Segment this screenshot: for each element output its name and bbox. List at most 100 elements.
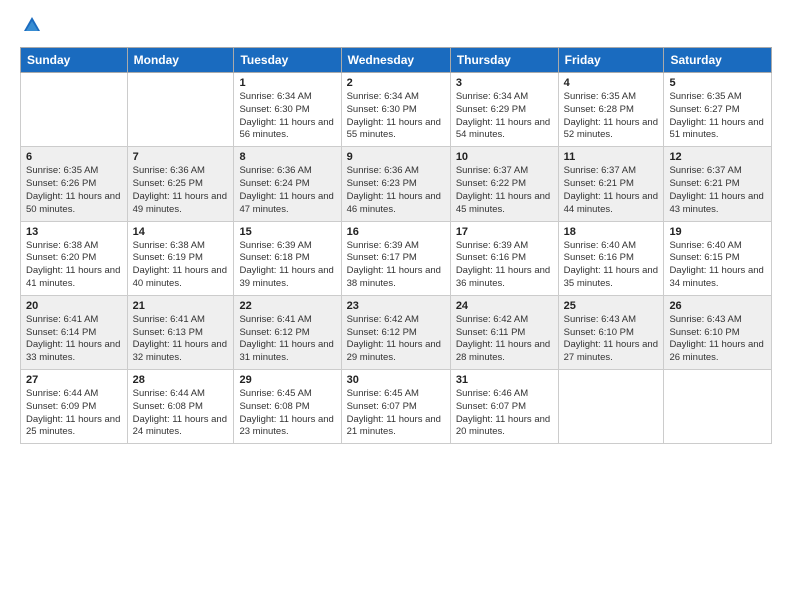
calendar-cell bbox=[127, 73, 234, 147]
day-info: Sunrise: 6:41 AMSunset: 6:12 PMDaylight:… bbox=[239, 314, 335, 365]
calendar-cell: 14 Sunrise: 6:38 AMSunset: 6:19 PMDayligh… bbox=[127, 221, 234, 295]
col-tuesday: Tuesday bbox=[234, 48, 341, 73]
day-number: 23 bbox=[347, 300, 445, 312]
day-number: 13 bbox=[26, 226, 122, 238]
calendar-cell: 7 Sunrise: 6:36 AMSunset: 6:25 PMDaylight… bbox=[127, 147, 234, 221]
day-info: Sunrise: 6:42 AMSunset: 6:12 PMDaylight:… bbox=[347, 314, 445, 365]
day-number: 30 bbox=[347, 374, 445, 386]
header-row: Sunday Monday Tuesday Wednesday Thursday… bbox=[21, 48, 772, 73]
col-saturday: Saturday bbox=[664, 48, 772, 73]
day-info: Sunrise: 6:45 AMSunset: 6:08 PMDaylight:… bbox=[239, 388, 335, 439]
day-info: Sunrise: 6:42 AMSunset: 6:11 PMDaylight:… bbox=[456, 314, 553, 365]
calendar-cell: 11 Sunrise: 6:37 AMSunset: 6:21 PMDayligh… bbox=[558, 147, 664, 221]
day-number: 9 bbox=[347, 151, 445, 163]
day-info: Sunrise: 6:44 AMSunset: 6:08 PMDaylight:… bbox=[133, 388, 229, 439]
calendar-cell: 19 Sunrise: 6:40 AMSunset: 6:15 PMDayligh… bbox=[664, 221, 772, 295]
day-info: Sunrise: 6:37 AMSunset: 6:21 PMDaylight:… bbox=[564, 165, 659, 216]
logo bbox=[20, 15, 42, 37]
day-number: 22 bbox=[239, 300, 335, 312]
calendar-cell: 16 Sunrise: 6:39 AMSunset: 6:17 PMDayligh… bbox=[341, 221, 450, 295]
day-info: Sunrise: 6:43 AMSunset: 6:10 PMDaylight:… bbox=[669, 314, 766, 365]
calendar-table: Sunday Monday Tuesday Wednesday Thursday… bbox=[20, 47, 772, 444]
day-info: Sunrise: 6:40 AMSunset: 6:15 PMDaylight:… bbox=[669, 240, 766, 291]
col-thursday: Thursday bbox=[450, 48, 558, 73]
day-info: Sunrise: 6:35 AMSunset: 6:28 PMDaylight:… bbox=[564, 91, 659, 142]
day-info: Sunrise: 6:46 AMSunset: 6:07 PMDaylight:… bbox=[456, 388, 553, 439]
day-info: Sunrise: 6:36 AMSunset: 6:23 PMDaylight:… bbox=[347, 165, 445, 216]
calendar-cell: 15 Sunrise: 6:39 AMSunset: 6:18 PMDayligh… bbox=[234, 221, 341, 295]
day-number: 29 bbox=[239, 374, 335, 386]
day-info: Sunrise: 6:44 AMSunset: 6:09 PMDaylight:… bbox=[26, 388, 122, 439]
calendar-cell: 24 Sunrise: 6:42 AMSunset: 6:11 PMDayligh… bbox=[450, 295, 558, 369]
day-number: 15 bbox=[239, 226, 335, 238]
day-info: Sunrise: 6:39 AMSunset: 6:17 PMDaylight:… bbox=[347, 240, 445, 291]
day-number: 28 bbox=[133, 374, 229, 386]
calendar-cell: 30 Sunrise: 6:45 AMSunset: 6:07 PMDayligh… bbox=[341, 370, 450, 444]
day-info: Sunrise: 6:34 AMSunset: 6:30 PMDaylight:… bbox=[347, 91, 445, 142]
day-number: 31 bbox=[456, 374, 553, 386]
day-info: Sunrise: 6:45 AMSunset: 6:07 PMDaylight:… bbox=[347, 388, 445, 439]
calendar-cell: 28 Sunrise: 6:44 AMSunset: 6:08 PMDayligh… bbox=[127, 370, 234, 444]
day-number: 19 bbox=[669, 226, 766, 238]
day-number: 25 bbox=[564, 300, 659, 312]
day-info: Sunrise: 6:38 AMSunset: 6:20 PMDaylight:… bbox=[26, 240, 122, 291]
calendar-cell: 31 Sunrise: 6:46 AMSunset: 6:07 PMDayligh… bbox=[450, 370, 558, 444]
day-info: Sunrise: 6:43 AMSunset: 6:10 PMDaylight:… bbox=[564, 314, 659, 365]
calendar-cell: 27Sunrise: 6:44 AMSunset: 6:09 PMDayligh… bbox=[21, 370, 128, 444]
col-sunday: Sunday bbox=[21, 48, 128, 73]
logo-icon bbox=[22, 15, 42, 35]
calendar-cell: 9 Sunrise: 6:36 AMSunset: 6:23 PMDaylight… bbox=[341, 147, 450, 221]
day-number: 14 bbox=[133, 226, 229, 238]
day-number: 16 bbox=[347, 226, 445, 238]
day-info: Sunrise: 6:38 AMSunset: 6:19 PMDaylight:… bbox=[133, 240, 229, 291]
day-info: Sunrise: 6:41 AMSunset: 6:13 PMDaylight:… bbox=[133, 314, 229, 365]
day-number: 1 bbox=[239, 77, 335, 89]
header bbox=[20, 15, 772, 37]
calendar-week-row: 27Sunrise: 6:44 AMSunset: 6:09 PMDayligh… bbox=[21, 370, 772, 444]
day-number: 5 bbox=[669, 77, 766, 89]
day-info: Sunrise: 6:39 AMSunset: 6:16 PMDaylight:… bbox=[456, 240, 553, 291]
day-number: 8 bbox=[239, 151, 335, 163]
calendar-week-row: 6 Sunrise: 6:35 AMSunset: 6:26 PMDaylight… bbox=[21, 147, 772, 221]
day-number: 7 bbox=[133, 151, 229, 163]
calendar-cell: 2Sunrise: 6:34 AMSunset: 6:30 PMDaylight… bbox=[341, 73, 450, 147]
calendar-cell: 5 Sunrise: 6:35 AMSunset: 6:27 PMDaylight… bbox=[664, 73, 772, 147]
day-number: 6 bbox=[26, 151, 122, 163]
calendar-cell: 3 Sunrise: 6:34 AMSunset: 6:29 PMDaylight… bbox=[450, 73, 558, 147]
day-number: 3 bbox=[456, 77, 553, 89]
col-friday: Friday bbox=[558, 48, 664, 73]
day-info: Sunrise: 6:35 AMSunset: 6:26 PMDaylight:… bbox=[26, 165, 122, 216]
calendar-week-row: 13 Sunrise: 6:38 AMSunset: 6:20 PMDayligh… bbox=[21, 221, 772, 295]
calendar-cell: 18 Sunrise: 6:40 AMSunset: 6:16 PMDayligh… bbox=[558, 221, 664, 295]
calendar-week-row: 20 Sunrise: 6:41 AMSunset: 6:14 PMDayligh… bbox=[21, 295, 772, 369]
col-wednesday: Wednesday bbox=[341, 48, 450, 73]
calendar-cell: 1 Sunrise: 6:34 AMSunset: 6:30 PMDaylight… bbox=[234, 73, 341, 147]
day-number: 12 bbox=[669, 151, 766, 163]
day-info: Sunrise: 6:35 AMSunset: 6:27 PMDaylight:… bbox=[669, 91, 766, 142]
calendar-cell: 22 Sunrise: 6:41 AMSunset: 6:12 PMDayligh… bbox=[234, 295, 341, 369]
calendar-cell: 8 Sunrise: 6:36 AMSunset: 6:24 PMDaylight… bbox=[234, 147, 341, 221]
calendar-cell: 4 Sunrise: 6:35 AMSunset: 6:28 PMDaylight… bbox=[558, 73, 664, 147]
calendar-cell: 21 Sunrise: 6:41 AMSunset: 6:13 PMDayligh… bbox=[127, 295, 234, 369]
day-info: Sunrise: 6:37 AMSunset: 6:22 PMDaylight:… bbox=[456, 165, 553, 216]
day-info: Sunrise: 6:34 AMSunset: 6:30 PMDaylight:… bbox=[239, 91, 335, 142]
calendar-cell: 12 Sunrise: 6:37 AMSunset: 6:21 PMDayligh… bbox=[664, 147, 772, 221]
page: Sunday Monday Tuesday Wednesday Thursday… bbox=[0, 0, 792, 612]
day-number: 4 bbox=[564, 77, 659, 89]
day-number: 11 bbox=[564, 151, 659, 163]
day-info: Sunrise: 6:40 AMSunset: 6:16 PMDaylight:… bbox=[564, 240, 659, 291]
calendar-cell: 20 Sunrise: 6:41 AMSunset: 6:14 PMDayligh… bbox=[21, 295, 128, 369]
day-info: Sunrise: 6:41 AMSunset: 6:14 PMDaylight:… bbox=[26, 314, 122, 365]
day-number: 18 bbox=[564, 226, 659, 238]
day-number: 10 bbox=[456, 151, 553, 163]
day-info: Sunrise: 6:34 AMSunset: 6:29 PMDaylight:… bbox=[456, 91, 553, 142]
day-number: 24 bbox=[456, 300, 553, 312]
day-info: Sunrise: 6:36 AMSunset: 6:24 PMDaylight:… bbox=[239, 165, 335, 216]
day-number: 20 bbox=[26, 300, 122, 312]
day-info: Sunrise: 6:37 AMSunset: 6:21 PMDaylight:… bbox=[669, 165, 766, 216]
calendar-cell: 17Sunrise: 6:39 AMSunset: 6:16 PMDayligh… bbox=[450, 221, 558, 295]
day-info: Sunrise: 6:36 AMSunset: 6:25 PMDaylight:… bbox=[133, 165, 229, 216]
day-number: 21 bbox=[133, 300, 229, 312]
calendar-cell bbox=[21, 73, 128, 147]
day-info: Sunrise: 6:39 AMSunset: 6:18 PMDaylight:… bbox=[239, 240, 335, 291]
